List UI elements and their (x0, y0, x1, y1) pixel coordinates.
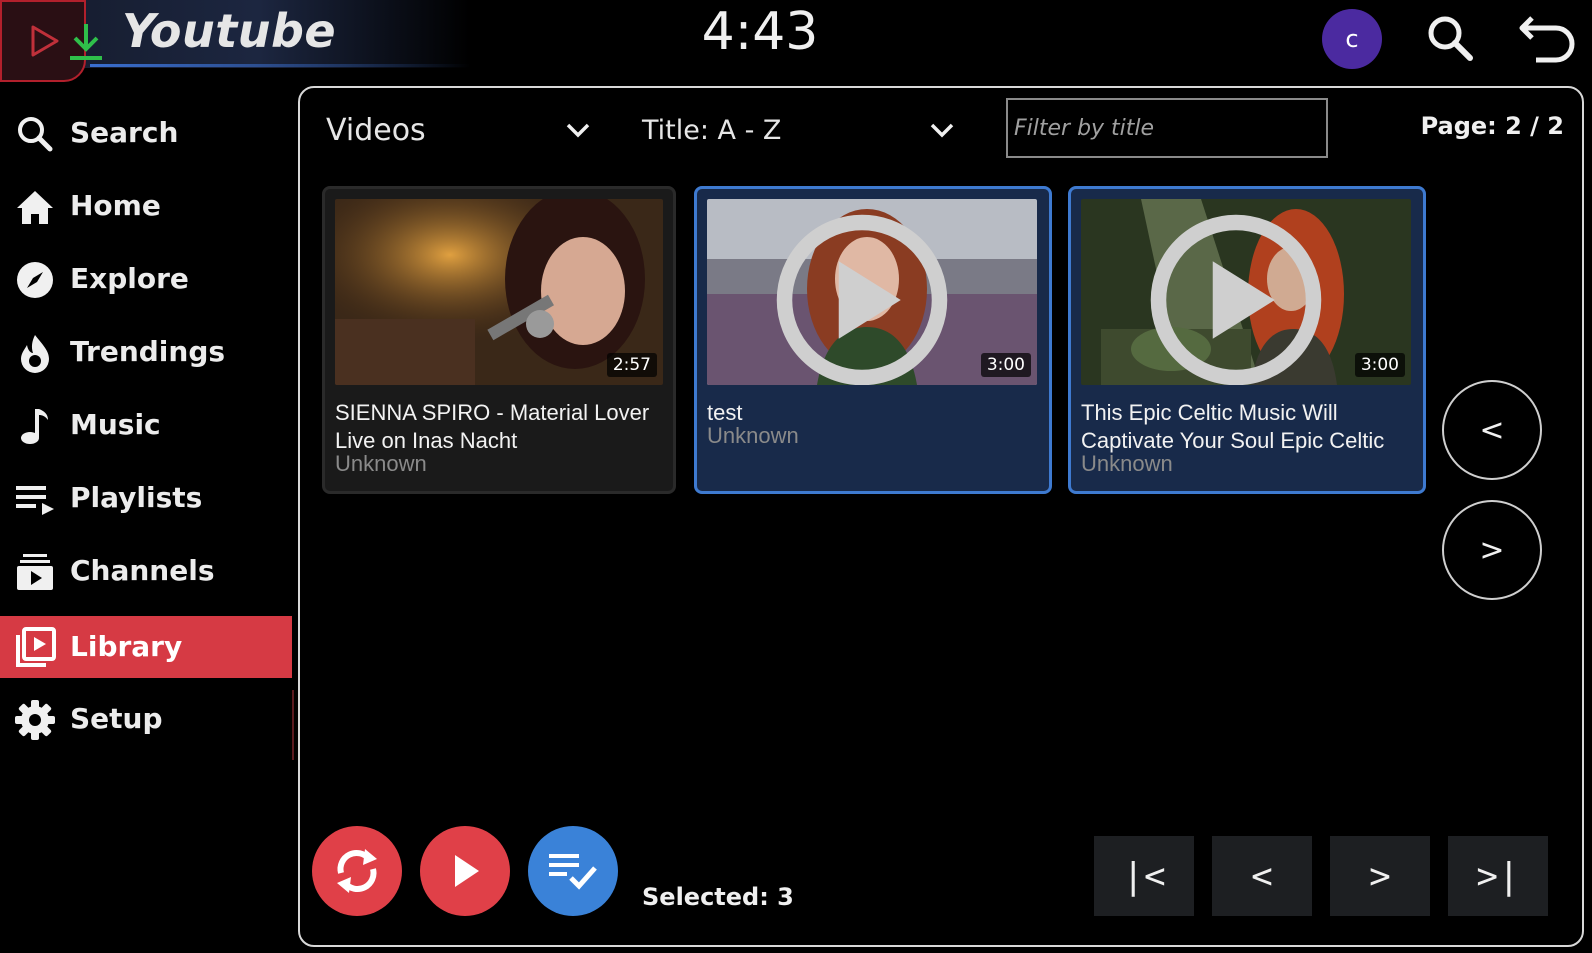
home-icon (14, 188, 56, 226)
clock: 4:43 (701, 2, 819, 62)
video-card[interactable]: 2:57 SIENNA SPIRO - Material Lover Live … (322, 186, 676, 494)
youtube-badge-icon (776, 214, 948, 385)
playlist-check-icon (549, 854, 597, 890)
chevron-down-icon (930, 123, 954, 138)
search-icon (14, 115, 56, 153)
video-duration: 3:00 (1354, 353, 1405, 377)
download-icon[interactable] (64, 20, 108, 64)
video-title: This Epic Celtic Music Will Captivate Yo… (1081, 400, 1385, 453)
video-author: Unknown (1081, 451, 1173, 476)
channels-icon (14, 553, 56, 591)
sidebar-divider (292, 690, 294, 760)
video-duration: 3:00 (980, 353, 1031, 377)
page-indicator: Page: 2 / 2 (1420, 112, 1564, 140)
first-page-button[interactable]: |< (1094, 836, 1194, 916)
sort-select-value: Title: A - Z (642, 114, 782, 146)
compass-icon (14, 261, 56, 299)
sidebar-item-explore[interactable]: Explore (0, 248, 292, 310)
back-icon[interactable] (1516, 12, 1580, 64)
brand-underline (90, 64, 470, 67)
play-icon (455, 855, 479, 887)
playlist-icon (14, 480, 56, 518)
sidebar-item-trendings[interactable]: Trendings (0, 321, 292, 383)
refresh-button[interactable] (312, 826, 402, 916)
sidebar-item-label: Library (70, 630, 183, 663)
video-author: Unknown (707, 423, 799, 448)
avatar[interactable]: c (1322, 9, 1382, 69)
next-page-button[interactable]: > (1330, 836, 1430, 916)
filter-input[interactable] (1006, 98, 1328, 158)
sidebar-item-label: Trendings (70, 335, 226, 368)
type-select-value: Videos (326, 112, 426, 148)
sidebar-item-home[interactable]: Home (0, 175, 292, 237)
video-duration: 2:57 (606, 353, 657, 377)
selected-count: Selected: 3 (642, 883, 794, 911)
sidebar-item-label: Playlists (70, 481, 203, 514)
scroll-next-button[interactable]: > (1442, 500, 1542, 600)
video-card[interactable]: 3:00 test Unknown (694, 186, 1052, 494)
video-thumbnail: 3:00 (707, 199, 1037, 385)
video-thumbnail: 3:00 (1081, 199, 1411, 385)
gear-icon (14, 700, 56, 740)
music-note-icon (14, 407, 56, 445)
last-page-button[interactable]: >| (1448, 836, 1548, 916)
sidebar-item-label: Explore (70, 262, 189, 295)
type-select[interactable]: Videos (326, 102, 596, 158)
search-icon[interactable] (1424, 12, 1476, 64)
sidebar-item-channels[interactable]: Channels (0, 540, 292, 602)
video-thumbnail: 2:57 (335, 199, 663, 385)
sidebar-item-playlists[interactable]: Playlists (0, 467, 292, 529)
video-card[interactable]: 3:00 This Epic Celtic Music Will Captiva… (1068, 186, 1426, 494)
library-icon (14, 627, 56, 667)
play-logo-icon (31, 25, 59, 57)
video-title: SIENNA SPIRO - Material Lover Live on In… (335, 400, 650, 453)
sidebar-item-library[interactable]: Library (0, 616, 292, 678)
sidebar-item-label: Music (70, 408, 161, 441)
app-header: Youtube 4:43 c (0, 0, 1592, 84)
sidebar-item-label: Home (70, 189, 161, 222)
sidebar-item-search[interactable]: Search (0, 102, 292, 164)
select-button[interactable] (528, 826, 618, 916)
prev-page-button[interactable]: < (1212, 836, 1312, 916)
play-button[interactable] (420, 826, 510, 916)
app-title: Youtube (122, 4, 337, 58)
sort-select[interactable]: Title: A - Z (642, 102, 962, 158)
sidebar-item-setup[interactable]: Setup (0, 688, 292, 750)
refresh-icon (337, 849, 377, 893)
sidebar-item-label: Setup (70, 702, 163, 735)
sidebar-item-label: Channels (70, 554, 215, 587)
sidebar-item-label: Search (70, 116, 179, 149)
video-author: Unknown (335, 451, 427, 476)
scroll-prev-button[interactable]: < (1442, 380, 1542, 480)
flame-icon (14, 334, 56, 373)
sidebar-item-music[interactable]: Music (0, 394, 292, 456)
library-panel: Videos Title: A - Z Page: 2 / 2 2:57 (298, 86, 1584, 947)
youtube-badge-icon (1150, 214, 1322, 385)
chevron-down-icon (566, 123, 590, 138)
